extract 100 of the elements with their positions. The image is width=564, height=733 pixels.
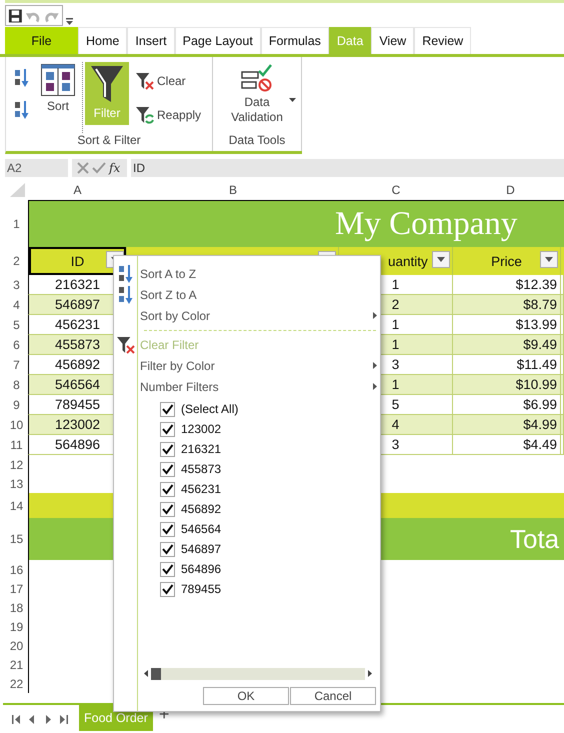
table-cell: $12.39 — [453, 275, 561, 295]
scrollbar-thumb[interactable] — [151, 668, 161, 680]
checkbox-item[interactable]: 123002 — [160, 419, 222, 439]
checkbox[interactable] — [160, 462, 175, 476]
checkbox-item[interactable]: 564896 — [160, 559, 222, 579]
filter-dropdown-button[interactable] — [432, 251, 450, 268]
row-header[interactable]: 6 — [5, 335, 28, 355]
row-header[interactable]: 9 — [5, 395, 28, 415]
column-title: Price — [453, 247, 561, 275]
sort-button[interactable]: Sort — [38, 62, 78, 116]
dialog-button[interactable]: OK — [203, 687, 289, 705]
ribbon-tab[interactable]: Home — [78, 27, 128, 54]
clear-filter-icon — [116, 336, 136, 354]
table-cell: $4.99 — [453, 415, 561, 435]
group-label: Sort & Filter — [76, 133, 142, 149]
caret-icon — [545, 257, 553, 262]
ribbon-tab[interactable]: Insert — [127, 27, 175, 54]
checkbox[interactable] — [160, 422, 175, 436]
table-cell: $11.49 — [453, 355, 561, 375]
row-header[interactable]: 19 — [5, 617, 28, 636]
checkbox-item[interactable]: 455873 — [160, 459, 222, 479]
checkbox-item[interactable]: 216321 — [160, 439, 222, 459]
table-cell: $4.49 — [453, 435, 561, 455]
row-header[interactable]: 13 — [5, 474, 28, 493]
clear-button[interactable]: Clear — [133, 70, 204, 92]
filter-dropdown-button[interactable] — [540, 251, 558, 268]
row-header[interactable]: 17 — [5, 579, 28, 598]
function-button[interactable]: fx — [109, 161, 120, 175]
check-icon — [161, 403, 174, 415]
table-cell: $9.49 — [453, 335, 561, 355]
column-header[interactable]: B — [127, 180, 339, 200]
ribbon-tab[interactable]: Formulas — [260, 27, 329, 54]
row-header[interactable]: 5 — [5, 315, 28, 335]
checkbox-item[interactable]: 456892 — [160, 499, 222, 519]
caret-icon — [437, 257, 445, 262]
checkbox[interactable] — [160, 482, 175, 496]
ribbon-tab[interactable]: Review — [414, 27, 472, 54]
row-header[interactable]: 22 — [5, 674, 28, 693]
row-header[interactable]: 7 — [5, 355, 28, 375]
customize-dropdown-icon[interactable] — [66, 18, 73, 26]
table-cell: $8.79 — [453, 295, 561, 315]
row-header[interactable]: 2 — [5, 247, 28, 275]
ribbon-tab[interactable]: Page Layout — [174, 27, 261, 54]
row-header[interactable]: 11 — [5, 435, 28, 455]
row-header[interactable]: 10 — [5, 415, 28, 435]
checkbox[interactable] — [160, 442, 175, 456]
clear-filter-icon — [135, 72, 155, 90]
row-header[interactable]: 1 — [5, 200, 28, 247]
dialog-button[interactable]: Cancel — [290, 687, 376, 705]
column-header[interactable]: D — [453, 180, 564, 200]
column-header[interactable]: A — [28, 180, 127, 200]
checkbox-item[interactable]: (Select All) — [160, 399, 238, 419]
check-icon — [161, 523, 174, 535]
save-icon[interactable] — [8, 8, 23, 24]
row-header[interactable]: 18 — [5, 598, 28, 617]
row-header[interactable]: 21 — [5, 655, 28, 674]
check-icon — [161, 543, 174, 555]
checkbox[interactable] — [160, 402, 175, 416]
checkbox-item[interactable]: 456231 — [160, 479, 222, 499]
checkbox[interactable] — [160, 542, 175, 556]
checkbox[interactable] — [160, 562, 175, 576]
row-header[interactable]: 3 — [5, 275, 28, 295]
row-header[interactable]: 4 — [5, 295, 28, 315]
table-cell: $13.99 — [453, 315, 561, 335]
checkbox[interactable] — [160, 582, 175, 596]
row-header[interactable]: 8 — [5, 375, 28, 395]
row-header[interactable]: 20 — [5, 636, 28, 655]
row-header[interactable]: 12 — [5, 455, 28, 474]
sort-ascending-icon — [14, 68, 30, 88]
sort-descending-icon — [118, 284, 134, 304]
check-icon — [161, 463, 174, 475]
column-header[interactable]: C — [339, 180, 453, 200]
checkbox-item[interactable]: 546564 — [160, 519, 222, 539]
sort-ascending-icon — [118, 264, 134, 284]
checkbox-item[interactable]: 546897 — [160, 539, 222, 559]
checkbox-item[interactable]: 789455 — [160, 579, 222, 599]
last-sheet-icon[interactable] — [59, 714, 69, 725]
check-icon — [161, 583, 174, 595]
formula-field[interactable]: ID — [131, 159, 564, 177]
reapply-button[interactable]: Reapply — [133, 104, 204, 126]
first-sheet-icon[interactable] — [11, 714, 21, 725]
previous-sheet-icon[interactable] — [27, 714, 37, 725]
checkbox[interactable] — [160, 502, 175, 516]
ribbon-tab[interactable]: View — [371, 27, 414, 54]
row-header[interactable]: 14 — [5, 493, 28, 518]
file-tab[interactable]: File — [5, 27, 78, 54]
sort-descending-icon — [14, 100, 30, 120]
row-header[interactable]: 16 — [5, 560, 28, 579]
sort-icon — [41, 64, 75, 96]
horizontal-scrollbar[interactable] — [151, 668, 365, 680]
data-validation-button[interactable]: Data Validation — [227, 62, 287, 127]
dropdown-arrow-icon[interactable] — [289, 98, 296, 102]
checkbox[interactable] — [160, 522, 175, 536]
name-box[interactable]: A2 — [5, 159, 68, 177]
scroll-right-icon[interactable] — [368, 670, 372, 677]
next-sheet-icon[interactable] — [43, 714, 53, 725]
scroll-left-icon[interactable] — [144, 670, 148, 677]
funnel-icon — [90, 65, 124, 103]
row-header[interactable]: 15 — [5, 518, 28, 560]
data-validation-icon — [241, 64, 273, 92]
